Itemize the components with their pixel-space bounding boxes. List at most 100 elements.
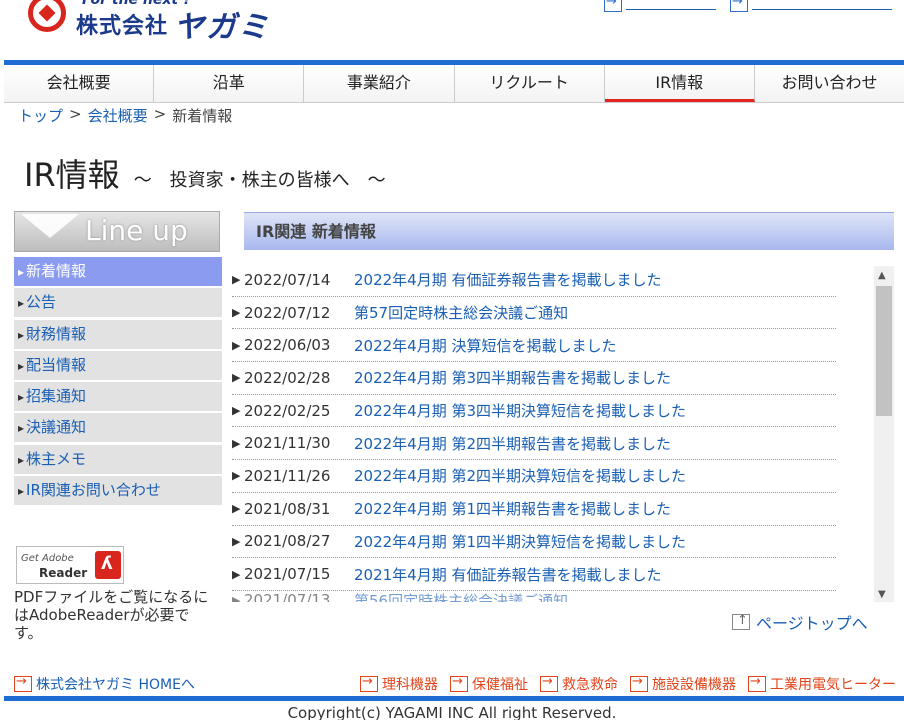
adobe-reader-badge[interactable]: Get Adobe Reader bbox=[16, 546, 124, 584]
bullet-icon: ▶ bbox=[232, 593, 241, 602]
page-title-main: IR情報 bbox=[24, 156, 120, 194]
footer-link-welfare[interactable]: 保健福祉 bbox=[450, 674, 528, 694]
bullet-icon: ▶ bbox=[232, 469, 241, 483]
nav-tab-recruit[interactable]: リクルート bbox=[454, 65, 605, 102]
arrow-right-icon bbox=[604, 0, 622, 12]
adobe-reader-text: Reader bbox=[39, 566, 88, 580]
footer-link-science[interactable]: 理科機器 bbox=[360, 674, 438, 694]
list-item[interactable]: ▶ 2021/08/27 2022年4月期 第1四半期決算短信を掲載しました bbox=[232, 526, 836, 559]
page-title: IR情報 ～ 投資家・株主の皆様へ ～ bbox=[24, 150, 386, 196]
news-title-link[interactable]: 2022年4月期 第2四半期決算短信を掲載しました bbox=[354, 465, 686, 486]
arrow-up-icon bbox=[732, 613, 750, 630]
news-date: 2022/07/12 bbox=[244, 303, 331, 322]
list-item[interactable]: ▶ 2022/06/03 2022年4月期 決算短信を掲載しました bbox=[232, 329, 836, 363]
news-date: 2021/07/15 bbox=[244, 565, 331, 584]
adobe-note: PDFファイルをご覧になるにはAdobeReaderが必要です。 bbox=[14, 588, 209, 642]
list-item[interactable]: ▶ 2021/07/15 2021年4月期 有価証券報告書を掲載しました bbox=[232, 558, 836, 591]
list-item[interactable]: ▶ 2021/11/30 2022年4月期 第2四半期報告書を掲載しました bbox=[232, 427, 836, 461]
breadcrumb-current: 新着情報 bbox=[172, 107, 233, 125]
lineup-banner: Line up bbox=[14, 211, 220, 252]
sidebar-item-financial[interactable]: 財務情報 bbox=[14, 319, 222, 349]
list-item[interactable]: ▶ 2021/08/31 2022年4月期 第1四半期報告書を掲載しました bbox=[232, 493, 836, 526]
logo-company-type: 株式会社 bbox=[76, 14, 169, 39]
footer-link-facility[interactable]: 施設設備機器 bbox=[630, 674, 736, 694]
nav-tab-history[interactable]: 沿革 bbox=[154, 65, 305, 102]
scrollbar-thumb[interactable] bbox=[876, 286, 892, 416]
news-heading: IR関連 新着情報 bbox=[244, 212, 894, 250]
footer-link-emergency[interactable]: 救急救命 bbox=[540, 674, 618, 694]
breadcrumb-company-link[interactable]: 会社概要 bbox=[88, 105, 148, 126]
nav-tab-company[interactable]: 会社概要 bbox=[4, 65, 155, 102]
scroll-down-icon[interactable]: ▼ bbox=[878, 589, 886, 600]
page-title-subtitle: ～ 投資家・株主の皆様へ ～ bbox=[133, 170, 386, 191]
logo-emblem-icon bbox=[28, 0, 66, 32]
sidebar-item-news[interactable]: 新着情報 bbox=[14, 257, 222, 286]
list-item[interactable]: ▶ 2021/11/26 2022年4月期 第2四半期決算短信を掲載しました bbox=[232, 460, 836, 493]
sidebar-item-resolution[interactable]: 決議通知 bbox=[14, 413, 222, 443]
news-date: 2021/11/26 bbox=[244, 466, 331, 485]
adobe-get-text: Get Adobe bbox=[21, 553, 74, 564]
news-title-link[interactable]: 第57回定時株主総会決議ご通知 bbox=[354, 302, 568, 323]
nav-tab-contact[interactable]: お問い合わせ bbox=[754, 65, 904, 102]
list-item[interactable]: ▶ 2021/07/13 第56回定時株主総会決議ご通知 bbox=[232, 591, 836, 602]
sidebar-item-dividend[interactable]: 配当情報 bbox=[14, 350, 222, 380]
chevron-down-icon bbox=[21, 214, 79, 238]
arrow-right-icon bbox=[360, 674, 378, 692]
news-date: 2022/02/25 bbox=[244, 401, 331, 420]
bullet-icon: ▶ bbox=[232, 371, 241, 385]
bullet-icon: ▶ bbox=[232, 273, 241, 287]
logo-brand: ヤガミ bbox=[174, 10, 270, 42]
sidebar-menu: 新着情報 公告 財務情報 配当情報 招集通知 決議通知 株主メモ IR関連お問い… bbox=[14, 257, 222, 507]
news-title-link[interactable]: 2021年4月期 有価証券報告書を掲載しました bbox=[354, 564, 662, 585]
list-item[interactable]: ▶ 2022/02/28 2022年4月期 第3四半期報告書を掲載しました bbox=[232, 362, 836, 395]
lineup-banner-text: Line up bbox=[85, 214, 188, 247]
footer-home-link[interactable]: 株式会社ヤガミ HOMEへ bbox=[14, 674, 195, 694]
scroll-up-icon[interactable]: ▲ bbox=[878, 270, 886, 281]
breadcrumb-separator: > bbox=[69, 105, 82, 123]
copyright: Copyright(c) YAGAMI INC All right Reserv… bbox=[287, 704, 617, 720]
breadcrumb-separator: > bbox=[153, 105, 167, 123]
bullet-icon: ▶ bbox=[232, 502, 241, 516]
arrow-right-icon bbox=[730, 0, 748, 12]
news-title-link[interactable]: 2022年4月期 第3四半期決算短信を掲載しました bbox=[354, 400, 686, 421]
bullet-icon: ▶ bbox=[232, 404, 241, 418]
list-item[interactable]: ▶ 2022/02/25 2022年4月期 第3四半期決算短信を掲載しました bbox=[232, 395, 836, 428]
news-date: 2021/07/13 bbox=[244, 591, 331, 602]
news-title-link[interactable]: 2022年4月期 第3四半期報告書を掲載しました bbox=[354, 367, 671, 388]
news-date: 2022/07/14 bbox=[244, 270, 331, 289]
sidebar-item-shareholder-memo[interactable]: 株主メモ bbox=[14, 444, 222, 474]
header-link-2[interactable] bbox=[730, 0, 892, 16]
sidebar-item-ir-contact[interactable]: IR関連お問い合わせ bbox=[14, 476, 222, 506]
news-title-link[interactable]: 2022年4月期 有価証券報告書を掲載しました bbox=[354, 269, 662, 290]
adobe-logo-icon bbox=[95, 551, 121, 579]
page-top-text: ページトップへ bbox=[756, 614, 868, 633]
news-list[interactable]: ▶ 2022/07/14 2022年4月期 有価証券報告書を掲載しました ▶ 2022… bbox=[232, 264, 894, 602]
news-title-link[interactable]: 2022年4月期 第1四半期決算短信を掲載しました bbox=[354, 531, 686, 552]
footer-link-heater[interactable]: 工業用電気ヒーター bbox=[748, 674, 896, 694]
news-date: 2021/08/27 bbox=[244, 532, 331, 551]
nav-tab-business[interactable]: 事業紹介 bbox=[304, 65, 455, 102]
news-title-link[interactable]: 第56回定時株主総会決議ご通知 bbox=[354, 590, 568, 602]
bullet-icon: ▶ bbox=[232, 436, 241, 450]
news-title-link[interactable]: 2022年4月期 決算短信を掲載しました bbox=[354, 335, 617, 356]
news-date: 2021/11/30 bbox=[244, 434, 331, 453]
news-date: 2022/06/03 bbox=[244, 336, 331, 355]
header-link-1[interactable] bbox=[604, 0, 716, 16]
news-title-link[interactable]: 2022年4月期 第1四半期報告書を掲載しました bbox=[354, 498, 671, 519]
list-item[interactable]: ▶ 2022/07/12 第57回定時株主総会決議ご通知 bbox=[232, 297, 836, 330]
nav-tab-ir[interactable]: IR情報 bbox=[604, 65, 755, 102]
company-logo[interactable]: For the next ? 株式会社 ヤガミ bbox=[24, 0, 294, 42]
sidebar-item-notices[interactable]: 公告 bbox=[14, 288, 222, 318]
arrow-right-icon bbox=[630, 674, 648, 692]
news-scrollbar[interactable]: ▲ ▼ bbox=[874, 266, 894, 602]
breadcrumb-top-link[interactable]: トップ bbox=[18, 105, 63, 126]
arrow-right-icon bbox=[14, 674, 32, 692]
page-top-link[interactable]: ページトップへ bbox=[732, 610, 868, 634]
list-item[interactable]: ▶ 2022/07/14 2022年4月期 有価証券報告書を掲載しました bbox=[232, 264, 836, 297]
news-date: 2021/08/31 bbox=[244, 499, 331, 518]
news-title-link[interactable]: 2022年4月期 第2四半期報告書を掲載しました bbox=[354, 433, 671, 454]
sidebar-item-convocation[interactable]: 招集通知 bbox=[14, 382, 222, 412]
arrow-right-icon bbox=[450, 674, 468, 692]
arrow-right-icon bbox=[540, 674, 558, 692]
bullet-icon: ▶ bbox=[232, 306, 241, 320]
